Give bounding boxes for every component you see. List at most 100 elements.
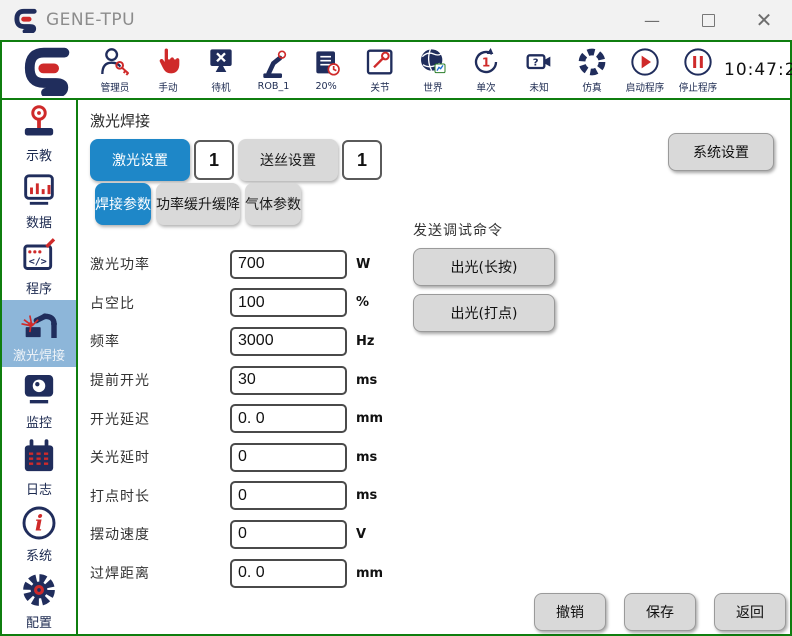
- tab-wire-feed-settings[interactable]: 送丝设置: [238, 139, 338, 181]
- toolbar-item-label: 世界: [423, 79, 442, 94]
- frequency-input[interactable]: [230, 327, 347, 356]
- debug-panel-title: 发送调试命令: [413, 220, 555, 240]
- sidebar-item-laser-weld[interactable]: 激光焊接: [2, 300, 76, 367]
- param-label: 过焊距离: [90, 563, 230, 583]
- param-row: 过焊距离 mm: [90, 554, 790, 593]
- admin-key-icon: [98, 46, 132, 78]
- tab-laser-settings[interactable]: 激光设置: [90, 139, 190, 181]
- swing-speed-input[interactable]: [230, 520, 347, 549]
- sidebar-item-label: 配置: [26, 612, 52, 631]
- sidebar-item-config[interactable]: 配置: [2, 567, 76, 634]
- toolbar-item-simulation[interactable]: 仿真: [565, 46, 618, 94]
- tab-power-ramp[interactable]: 功率缓升缓降: [156, 183, 240, 225]
- app-logo-icon: [12, 7, 38, 33]
- app-frame: 管理员 手动 待机 ROB_1: [0, 40, 792, 636]
- page-title: 激光焊接: [90, 110, 790, 131]
- return-button[interactable]: 返回: [714, 593, 786, 631]
- toolbar-item-label: 待机: [211, 79, 230, 94]
- toolbar-item-robot[interactable]: ROB_1: [247, 48, 300, 92]
- minimize-button[interactable]: —: [624, 0, 680, 40]
- sidebar-item-system[interactable]: 系统: [2, 501, 76, 568]
- param-label: 打点时长: [90, 486, 230, 506]
- toolbar-item-speed[interactable]: 20%: [300, 48, 353, 92]
- param-unit: Hz: [356, 334, 374, 349]
- tab-gas-params[interactable]: 气体参数: [245, 183, 301, 225]
- weld-robot-icon: [18, 303, 60, 343]
- laser-channel-input[interactable]: [194, 140, 234, 180]
- toolbar-item-label: 手动: [158, 79, 177, 94]
- play-circle-icon: [628, 46, 662, 78]
- maximize-icon: [702, 14, 715, 27]
- param-row: 关光延时 ms: [90, 438, 790, 477]
- laser-on-longpress-button[interactable]: 出光(长按): [413, 248, 555, 286]
- tab-weld-params[interactable]: 焊接参数: [95, 183, 151, 225]
- sidebar-item-monitor[interactable]: 监控: [2, 367, 76, 434]
- close-light-delay-input[interactable]: [230, 443, 347, 472]
- doc-clock-icon: [310, 48, 344, 80]
- sidebar-item-label: 程序: [26, 278, 52, 297]
- standby-monitor-icon: [204, 46, 238, 78]
- param-unit: mm: [356, 566, 383, 581]
- param-row: 摆动速度 V: [90, 515, 790, 554]
- toolbar-item-unknown[interactable]: 未知: [512, 46, 565, 94]
- window-title: GENE-TPU: [46, 10, 135, 30]
- sidebar-nav: 示教 数据 程序 激光焊接: [2, 100, 78, 634]
- gear-icon: [18, 570, 60, 610]
- brand-logo-icon: [14, 44, 78, 96]
- toolbar-item-start-program[interactable]: 启动程序: [618, 46, 671, 94]
- toolbar-item-single-run[interactable]: 单次: [459, 46, 512, 94]
- cycle-one-icon: [469, 46, 503, 78]
- sidebar-item-data[interactable]: 数据: [2, 167, 76, 234]
- spot-duration-input[interactable]: [230, 481, 347, 510]
- toolbar-item-label: ROB_1: [258, 81, 290, 92]
- toolbar-item-label: 单次: [476, 79, 495, 94]
- toolbar-item-standby[interactable]: 待机: [194, 46, 247, 94]
- param-unit: W: [356, 257, 370, 272]
- app-window: GENE-TPU — ✕ 管理员 手动: [0, 0, 792, 636]
- duty-cycle-input[interactable]: [230, 288, 347, 317]
- param-label: 摆动速度: [90, 524, 230, 544]
- system-settings-button[interactable]: 系统设置: [668, 133, 774, 171]
- param-row: 打点时长 ms: [90, 477, 790, 516]
- open-light-delay-input[interactable]: [230, 404, 347, 433]
- app-body: 示教 数据 程序 激光焊接: [2, 100, 790, 634]
- param-label: 提前开光: [90, 370, 230, 390]
- debug-command-panel: 发送调试命令 出光(长按) 出光(打点): [413, 220, 555, 340]
- toolbar-item-label: 启动程序: [625, 79, 663, 94]
- footer-actions: 撤销 保存 返回: [534, 593, 786, 631]
- wire-channel-input[interactable]: [342, 140, 382, 180]
- sidebar-item-program[interactable]: 程序: [2, 234, 76, 301]
- window-controls: — ✕: [624, 0, 792, 40]
- sidebar-item-label: 监控: [26, 412, 52, 431]
- data-chart-icon: [18, 170, 60, 210]
- sidebar-item-log[interactable]: 日志: [2, 434, 76, 501]
- undo-button[interactable]: 撤销: [534, 593, 606, 631]
- sidebar-item-label: 示教: [26, 145, 52, 164]
- laser-power-input[interactable]: [230, 250, 347, 279]
- toolbar-item-manual-mode[interactable]: 手动: [141, 46, 194, 94]
- pre-open-light-input[interactable]: [230, 366, 347, 395]
- toolbar-item-joint-coord[interactable]: 关节: [353, 46, 406, 94]
- camera-question-icon: [522, 46, 556, 78]
- laser-on-spot-button[interactable]: 出光(打点): [413, 294, 555, 332]
- param-unit: %: [356, 295, 369, 310]
- param-unit: V: [356, 527, 366, 542]
- toolbar-item-admin[interactable]: 管理员: [88, 46, 141, 94]
- monitor-cam-icon: [18, 370, 60, 410]
- toolbar-item-label: 停止程序: [678, 79, 716, 94]
- hand-icon: [151, 46, 185, 78]
- toolbar-item-label: 20%: [316, 81, 337, 92]
- toolbar-item-label: 未知: [529, 79, 548, 94]
- param-row: 提前开光 ms: [90, 361, 790, 400]
- overweld-distance-input[interactable]: [230, 559, 347, 588]
- toolbar-item-stop-program[interactable]: 停止程序: [671, 46, 724, 94]
- param-label: 频率: [90, 331, 230, 351]
- sidebar-item-teach[interactable]: 示教: [2, 100, 76, 167]
- sidebar-item-label: 数据: [26, 212, 52, 231]
- save-button[interactable]: 保存: [624, 593, 696, 631]
- close-button[interactable]: ✕: [736, 0, 792, 40]
- toolbar-item-world-coord[interactable]: 世界: [406, 46, 459, 94]
- maximize-button[interactable]: [680, 0, 736, 40]
- param-label: 激光功率: [90, 254, 230, 274]
- param-label: 占空比: [90, 293, 230, 313]
